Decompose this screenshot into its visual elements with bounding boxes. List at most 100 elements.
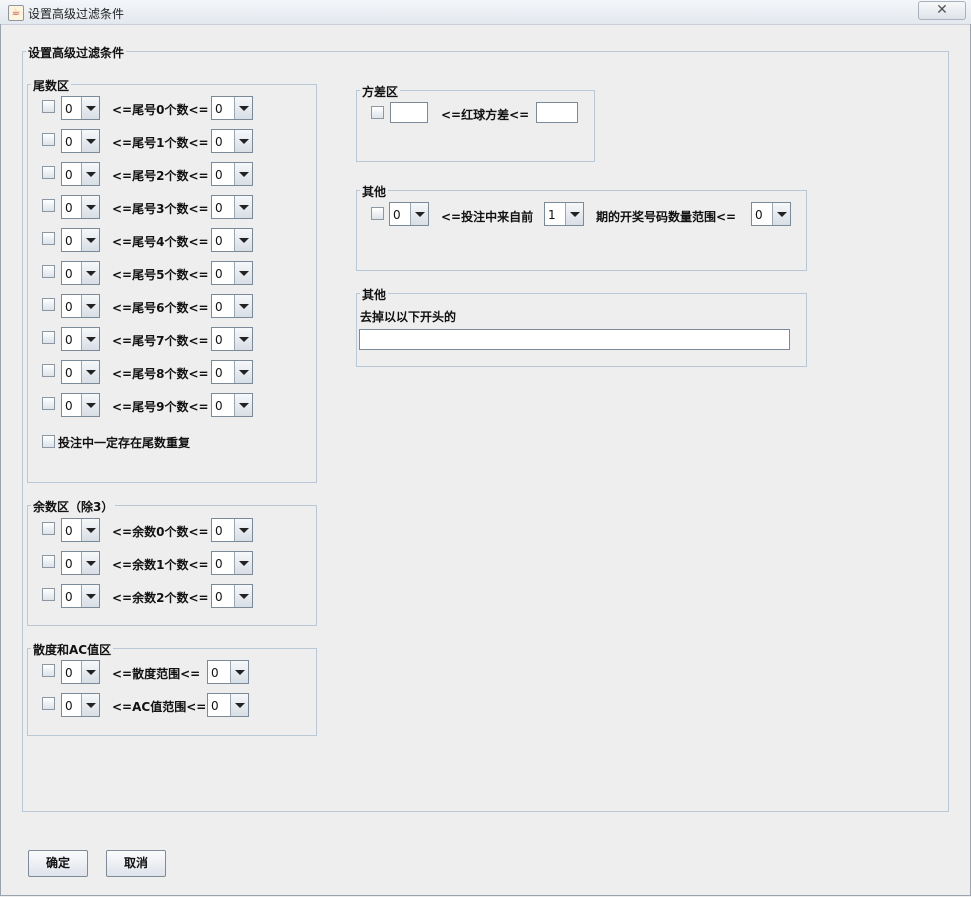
tail-row-label: <=尾号3个数<= <box>112 202 209 216</box>
close-button[interactable]: ✕ <box>918 1 966 20</box>
tail-row-from-select[interactable]: 0 <box>61 360 100 384</box>
chevron-down-icon[interactable] <box>234 519 252 541</box>
tail-row-checkbox[interactable] <box>42 331 55 344</box>
tail-row-checkbox[interactable] <box>42 133 55 146</box>
tail-row-checkbox[interactable] <box>42 100 55 113</box>
tail-row-label: <=尾号8个数<= <box>112 367 209 381</box>
mod-row-from-select[interactable]: 0 <box>61 584 100 608</box>
tail-row-from-select[interactable]: 0 <box>61 294 100 318</box>
mod-row-checkbox[interactable] <box>42 522 55 535</box>
chevron-down-icon[interactable] <box>234 196 252 218</box>
tail-row-checkbox[interactable] <box>42 397 55 410</box>
chevron-down-icon[interactable] <box>81 661 99 683</box>
variance-max-field[interactable] <box>536 102 578 123</box>
tail-row-to-select[interactable]: 0 <box>211 96 253 120</box>
chevron-down-icon[interactable] <box>81 552 99 574</box>
chevron-down-icon[interactable] <box>81 585 99 607</box>
chevron-down-icon[interactable] <box>81 262 99 284</box>
tail-row-to-select[interactable]: 0 <box>211 261 253 285</box>
chevron-down-icon[interactable] <box>81 229 99 251</box>
variance-group-legend: 方差区 <box>360 83 401 100</box>
chevron-down-icon[interactable] <box>81 196 99 218</box>
chevron-down-icon[interactable] <box>230 661 248 683</box>
other1-from-select[interactable]: 0 <box>389 202 429 226</box>
chevron-down-icon[interactable] <box>81 163 99 185</box>
spread-row-checkbox[interactable] <box>42 697 55 710</box>
cancel-button[interactable]: 取消 <box>106 850 166 877</box>
chevron-down-icon[interactable] <box>410 203 428 225</box>
tail-row-to-select[interactable]: 0 <box>211 162 253 186</box>
chevron-down-icon[interactable] <box>81 328 99 350</box>
tail-row-checkbox[interactable] <box>42 265 55 278</box>
ok-button[interactable]: 确定 <box>28 850 88 877</box>
chevron-down-icon[interactable] <box>234 229 252 251</box>
tail-row-to-select[interactable]: 0 <box>211 228 253 252</box>
tail-row-from-select[interactable]: 0 <box>61 195 100 219</box>
tail-row-from-select[interactable]: 0 <box>61 327 100 351</box>
tail-row-to-select[interactable]: 0 <box>211 129 253 153</box>
chevron-down-icon[interactable] <box>234 163 252 185</box>
other1-periods-select[interactable]: 1 <box>544 202 584 226</box>
tail-row-from-select[interactable]: 0 <box>61 129 100 153</box>
other1-checkbox[interactable] <box>371 207 384 220</box>
chevron-down-icon[interactable] <box>565 203 583 225</box>
chevron-down-icon[interactable] <box>234 130 252 152</box>
other1-to-value: 0 <box>755 208 763 222</box>
tail-row-checkbox[interactable] <box>42 232 55 245</box>
tail-row-to-value: 0 <box>215 267 223 281</box>
tail-row-label: <=尾号1个数<= <box>112 136 209 150</box>
tail-row-from-select[interactable]: 0 <box>61 228 100 252</box>
spread-row-from-select[interactable]: 0 <box>61 660 100 684</box>
chevron-down-icon[interactable] <box>234 394 252 416</box>
tail-row-from-value: 0 <box>65 399 73 413</box>
mod-row-to-select[interactable]: 0 <box>211 518 253 542</box>
mod-row-checkbox[interactable] <box>42 588 55 601</box>
chevron-down-icon[interactable] <box>230 694 248 716</box>
mod-row-checkbox[interactable] <box>42 555 55 568</box>
spread-row-to-select[interactable]: 0 <box>207 660 249 684</box>
tail-row-label: <=尾号4个数<= <box>112 235 209 249</box>
chevron-down-icon[interactable] <box>81 394 99 416</box>
chevron-down-icon[interactable] <box>81 361 99 383</box>
tail-row-checkbox[interactable] <box>42 364 55 377</box>
variance-label: <=红球方差<= <box>441 108 530 122</box>
spread-row-from-select[interactable]: 0 <box>61 693 100 717</box>
tail-row-from-select[interactable]: 0 <box>61 162 100 186</box>
tail-row-to-select[interactable]: 0 <box>211 360 253 384</box>
mod-row-from-select[interactable]: 0 <box>61 551 100 575</box>
mod-row-to-select[interactable]: 0 <box>211 584 253 608</box>
tail-row-checkbox[interactable] <box>42 298 55 311</box>
tail-row-to-select[interactable]: 0 <box>211 327 253 351</box>
tail-row-to-select[interactable]: 0 <box>211 195 253 219</box>
tail-row-from-select[interactable]: 0 <box>61 96 100 120</box>
spread-row-label: <=散度范围<= <box>112 667 201 681</box>
mod-row-to-select[interactable]: 0 <box>211 551 253 575</box>
chevron-down-icon[interactable] <box>234 552 252 574</box>
chevron-down-icon[interactable] <box>81 97 99 119</box>
prefix-field[interactable] <box>359 329 790 350</box>
chevron-down-icon[interactable] <box>234 97 252 119</box>
mod-row-from-select[interactable]: 0 <box>61 518 100 542</box>
other1-to-select[interactable]: 0 <box>751 202 791 226</box>
chevron-down-icon[interactable] <box>81 694 99 716</box>
variance-checkbox[interactable] <box>371 106 384 119</box>
tail-repeat-checkbox[interactable] <box>42 435 55 448</box>
tail-row-to-select[interactable]: 0 <box>211 294 253 318</box>
tail-row-to-select[interactable]: 0 <box>211 393 253 417</box>
chevron-down-icon[interactable] <box>81 295 99 317</box>
tail-row-checkbox[interactable] <box>42 166 55 179</box>
tail-row-from-select[interactable]: 0 <box>61 261 100 285</box>
chevron-down-icon[interactable] <box>234 585 252 607</box>
spread-row-to-select[interactable]: 0 <box>207 693 249 717</box>
chevron-down-icon[interactable] <box>234 295 252 317</box>
chevron-down-icon[interactable] <box>234 361 252 383</box>
spread-row-checkbox[interactable] <box>42 664 55 677</box>
tail-row-checkbox[interactable] <box>42 199 55 212</box>
chevron-down-icon[interactable] <box>234 262 252 284</box>
chevron-down-icon[interactable] <box>81 519 99 541</box>
chevron-down-icon[interactable] <box>772 203 790 225</box>
tail-row-from-select[interactable]: 0 <box>61 393 100 417</box>
chevron-down-icon[interactable] <box>234 328 252 350</box>
variance-min-field[interactable] <box>390 102 428 123</box>
chevron-down-icon[interactable] <box>81 130 99 152</box>
